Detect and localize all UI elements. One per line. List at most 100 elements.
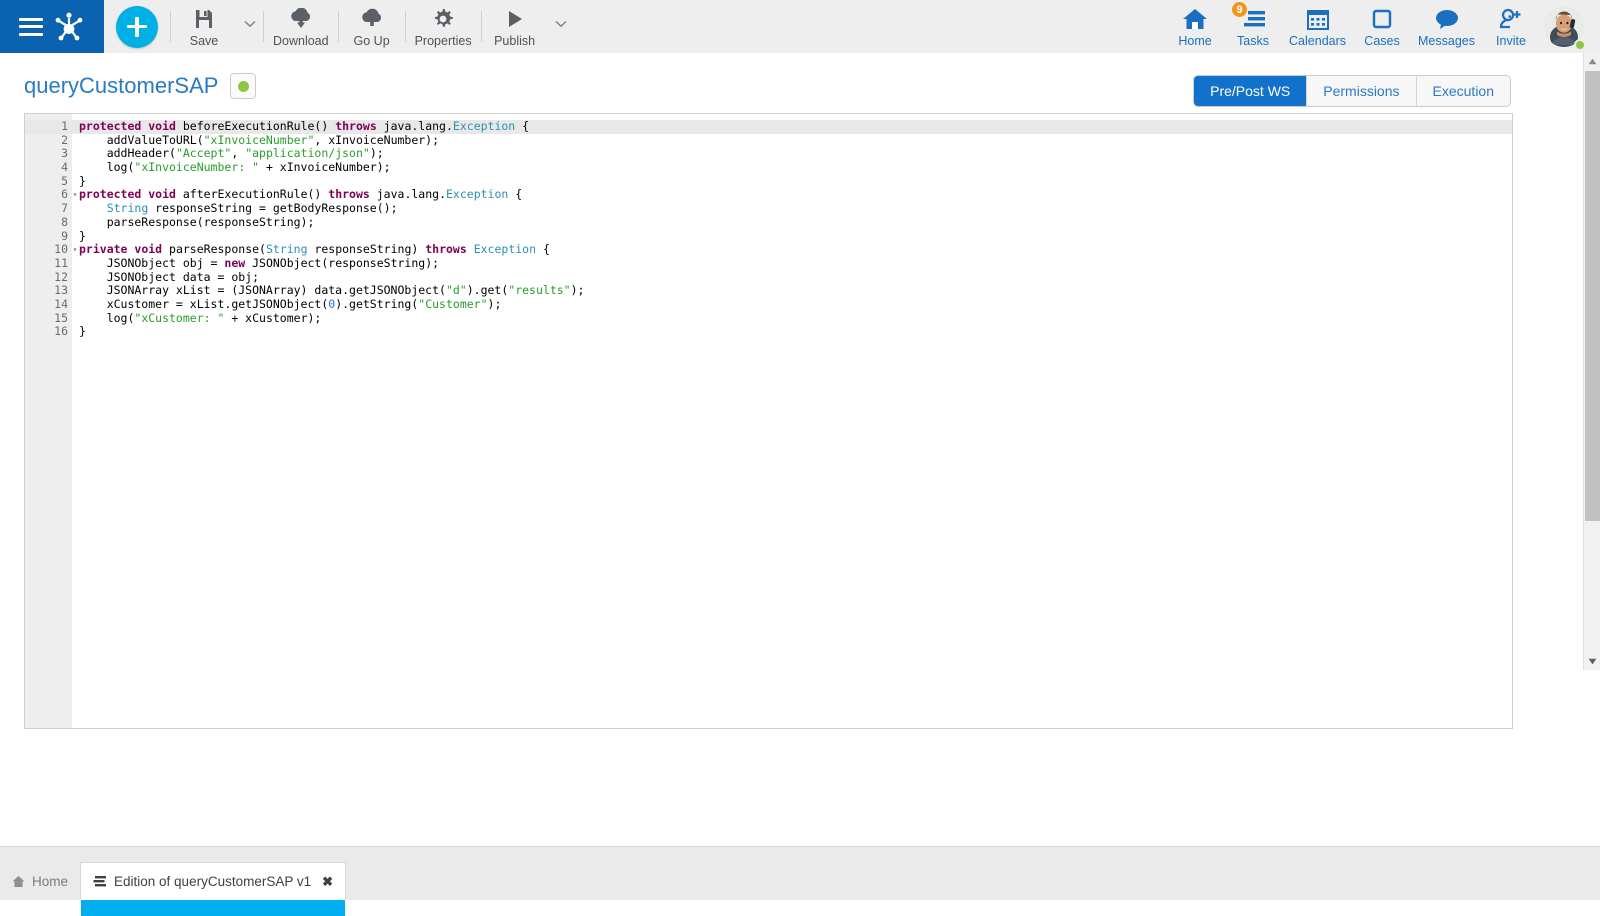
- code-line: log("xInvoiceNumber: " + xInvoiceNumber)…: [72, 161, 1512, 175]
- line-number: 5: [25, 175, 72, 189]
- home-icon: [12, 875, 25, 888]
- code-line: protected void beforeExecutionRule() thr…: [72, 120, 1512, 134]
- line-number: 16: [25, 325, 72, 339]
- code-line: JSONArray xList = (JSONArray) data.getJS…: [72, 284, 1512, 298]
- tab-pre-post-ws[interactable]: Pre/Post WS: [1194, 76, 1307, 106]
- line-number: 15: [25, 312, 72, 326]
- code-line: private void parseResponse(String respon…: [72, 243, 1512, 257]
- code-line: }: [72, 175, 1512, 189]
- square-case-icon: [1370, 7, 1394, 32]
- code-line: addValueToURL("xInvoiceNumber", xInvoice…: [72, 134, 1512, 148]
- top-toolbar: Save Download Go Up: [0, 0, 1600, 53]
- code-line: addHeader("Accept", "application/json");: [72, 147, 1512, 161]
- scroll-down-arrow-icon[interactable]: [1584, 653, 1600, 670]
- nav-home[interactable]: Home: [1166, 0, 1224, 53]
- online-status-dot: [1574, 39, 1586, 51]
- publish-label: Publish: [494, 34, 535, 48]
- nav-tasks-label: Tasks: [1237, 34, 1269, 48]
- floppy-disk-icon: [193, 7, 215, 31]
- save-button[interactable]: Save: [171, 0, 237, 53]
- code-editor[interactable]: 1▾23456▾78910▾111213141516 protected voi…: [24, 113, 1513, 729]
- download-label: Download: [273, 34, 329, 48]
- green-status-dot-icon: [238, 81, 249, 92]
- publish-dropdown-chevron-down-icon[interactable]: [548, 0, 574, 53]
- nav-cases[interactable]: Cases: [1353, 0, 1411, 53]
- line-number: 1▾: [25, 120, 72, 134]
- page-body: queryCustomerSAP Pre/Post WS Permissions…: [0, 53, 1568, 846]
- code-line: JSONObject data = obj;: [72, 271, 1512, 285]
- nav-calendars[interactable]: Calendars: [1282, 0, 1353, 53]
- calendar-icon: [1306, 7, 1330, 32]
- add-button-container: [104, 0, 170, 53]
- scrollbar-thumb[interactable]: [1585, 71, 1600, 521]
- avatar-container: [1540, 0, 1592, 53]
- house-icon: [1182, 7, 1208, 32]
- bottom-taskbar: Home Edition of queryCustomerSAP v1 ✖: [0, 846, 1600, 900]
- gear-icon: [432, 7, 454, 31]
- code-line: protected void afterExecutionRule() thro…: [72, 188, 1512, 202]
- page-title: queryCustomerSAP: [24, 73, 218, 99]
- upload-cloud-icon: [360, 7, 384, 31]
- nav-invite[interactable]: Invite: [1482, 0, 1540, 53]
- page-title-row: queryCustomerSAP: [24, 73, 256, 99]
- save-label: Save: [190, 34, 219, 48]
- properties-label: Properties: [415, 34, 472, 48]
- line-number: 10▾: [25, 243, 72, 257]
- document-lines-icon: [93, 875, 107, 888]
- properties-button[interactable]: Properties: [406, 0, 481, 53]
- taskbar-tab-home[interactable]: Home: [0, 862, 80, 900]
- tasks-badge: 9: [1231, 1, 1248, 18]
- line-number: 12: [25, 271, 72, 285]
- add-new-button[interactable]: [116, 6, 158, 48]
- nav-cases-label: Cases: [1364, 34, 1399, 48]
- code-line: log("xCustomer: " + xCustomer);: [72, 312, 1512, 326]
- download-cloud-icon: [289, 7, 313, 31]
- tab-execution[interactable]: Execution: [1417, 76, 1510, 106]
- code-line: }: [72, 325, 1512, 339]
- code-line: }: [72, 230, 1512, 244]
- code-line: xCustomer = xList.getJSONObject(0).getSt…: [72, 298, 1512, 312]
- save-dropdown-chevron-down-icon[interactable]: [237, 0, 263, 53]
- taskbar-tab-edition-label: Edition of queryCustomerSAP v1: [114, 874, 311, 889]
- page-vertical-scrollbar[interactable]: [1583, 53, 1600, 670]
- code-line: parseResponse(responseString);: [72, 216, 1512, 230]
- line-number: 13: [25, 284, 72, 298]
- nav-tasks[interactable]: 9 Tasks: [1224, 0, 1282, 53]
- line-number: 4: [25, 161, 72, 175]
- nav-messages-label: Messages: [1418, 34, 1475, 48]
- tab-permissions[interactable]: Permissions: [1307, 76, 1416, 106]
- hamburger-menu-icon[interactable]: [19, 18, 43, 36]
- line-number: 8: [25, 216, 72, 230]
- toolbar-right-nav: Home 9 Tasks: [1166, 0, 1600, 53]
- speech-bubble-icon: [1434, 7, 1460, 32]
- editor-code-area[interactable]: protected void beforeExecutionRule() thr…: [72, 114, 1512, 728]
- line-number: 11: [25, 257, 72, 271]
- close-icon[interactable]: ✖: [322, 874, 333, 890]
- line-number: 2: [25, 134, 72, 148]
- brand-block: [0, 0, 104, 53]
- taskbar-tab-home-label: Home: [32, 874, 68, 889]
- nav-home-label: Home: [1178, 34, 1211, 48]
- status-badge[interactable]: [230, 73, 256, 99]
- bonita-frog-logo-icon[interactable]: [52, 12, 86, 42]
- line-number: 3: [25, 147, 72, 161]
- editor-line-number-gutter: 1▾23456▾78910▾111213141516: [25, 114, 72, 728]
- taskbar-tab-edition[interactable]: Edition of queryCustomerSAP v1 ✖: [80, 862, 346, 900]
- line-number: 9: [25, 230, 72, 244]
- code-line: JSONObject obj = new JSONObject(response…: [72, 257, 1512, 271]
- nav-invite-label: Invite: [1496, 34, 1526, 48]
- publish-button[interactable]: Publish: [482, 0, 548, 53]
- view-tabs: Pre/Post WS Permissions Execution: [1193, 75, 1511, 107]
- go-up-button[interactable]: Go Up: [339, 0, 405, 53]
- line-number: 14: [25, 298, 72, 312]
- line-number: 7: [25, 202, 72, 216]
- nav-calendars-label: Calendars: [1289, 34, 1346, 48]
- line-number: 6▾: [25, 188, 72, 202]
- nav-messages[interactable]: Messages: [1411, 0, 1482, 53]
- scroll-up-arrow-icon[interactable]: [1584, 53, 1600, 70]
- code-line: String responseString = getBodyResponse(…: [72, 202, 1512, 216]
- play-triangle-icon: [504, 7, 526, 31]
- person-plus-icon: [1498, 7, 1524, 32]
- go-up-label: Go Up: [354, 34, 390, 48]
- download-button[interactable]: Download: [264, 0, 338, 53]
